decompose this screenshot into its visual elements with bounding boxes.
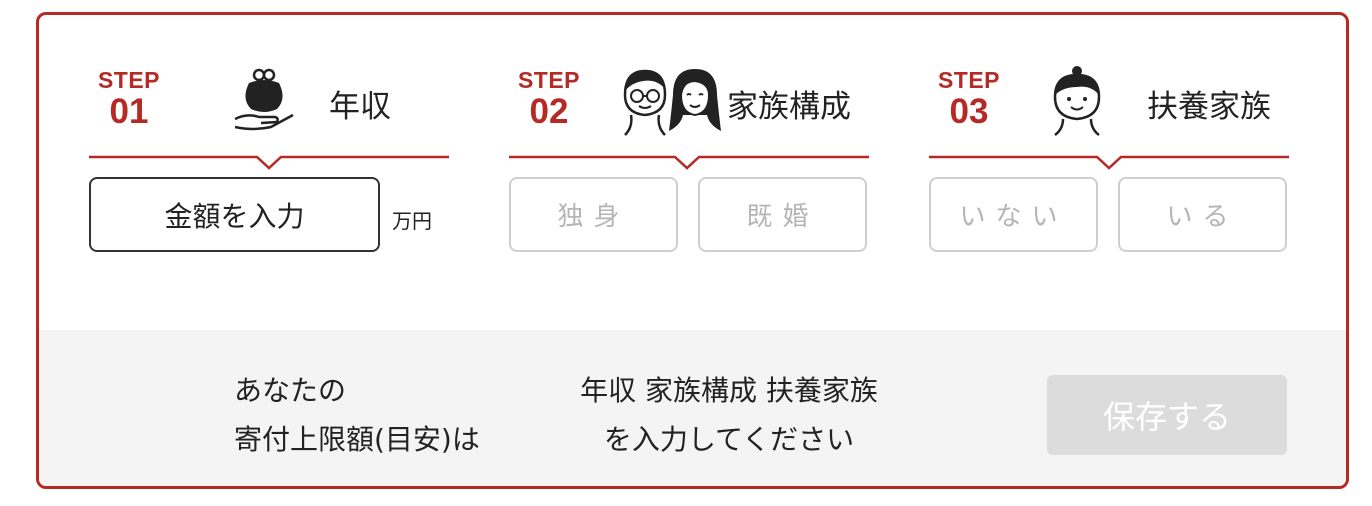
has-dependents-button[interactable]: いる: [1118, 177, 1287, 252]
child-icon: [1053, 66, 1101, 136]
result-panel: あなたの 寄付上限額(目安)は 年収 家族構成 扶養家族 を入力してください 保…: [39, 330, 1346, 486]
step-2-divider: [509, 155, 869, 170]
step-word: STEP: [937, 67, 1001, 93]
step-1-title: 年収: [329, 89, 391, 125]
result-label-line-1: あなたの: [234, 374, 347, 407]
couple-icon: [623, 69, 721, 136]
married-option-button[interactable]: 既婚: [698, 177, 867, 252]
step-number: 01: [109, 92, 149, 131]
save-button[interactable]: 保存する: [1047, 375, 1287, 455]
step-3-title: 扶養家族: [1147, 89, 1271, 125]
step-2-label: STEP 02: [509, 67, 589, 131]
step-1-header: STEP 01 年収: [89, 45, 449, 185]
step-3-label: STEP 03: [929, 67, 1009, 131]
result-prompt-line-2: を入力してください: [603, 423, 855, 456]
income-unit: 万円: [392, 209, 432, 233]
step-2-title: 家族構成: [727, 89, 851, 125]
step-2-header: STEP 02 家族構成: [509, 45, 869, 185]
no-dependents-button[interactable]: いない: [929, 177, 1098, 252]
result-label-line-2: 寄付上限額(目安)は: [234, 423, 480, 456]
step-3-divider: [929, 155, 1289, 170]
step-1-divider: [89, 155, 449, 170]
step-number: 03: [949, 92, 989, 131]
simulator-card: STEP 01 年収 STEP 02 家族構成 STEP 03 扶養家族 金額を…: [36, 12, 1349, 489]
step-word: STEP: [517, 67, 581, 93]
purse-in-hand-icon: [234, 68, 294, 131]
step-1-label: STEP 01: [89, 67, 169, 131]
step-word: STEP: [97, 67, 161, 93]
result-prompt: 年収 家族構成 扶養家族 を入力してください: [539, 366, 919, 464]
income-input-button[interactable]: 金額を入力: [89, 177, 380, 252]
step-3-header: STEP 03 扶養家族: [929, 45, 1289, 185]
result-prompt-line-1: 年収 家族構成 扶養家族: [580, 374, 878, 407]
result-label: あなたの 寄付上限額(目安)は: [234, 366, 480, 464]
single-option-button[interactable]: 独身: [509, 177, 678, 252]
step-number: 02: [529, 92, 569, 131]
